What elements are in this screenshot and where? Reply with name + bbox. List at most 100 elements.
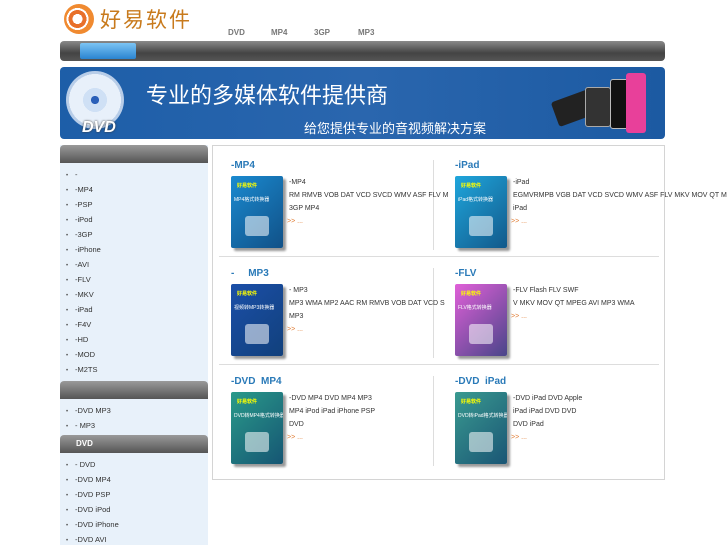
sidebar: - -MP4 -PSP -iPod -3GP -iPhone -AVI -FLV… [60,145,208,545]
sidebar-item[interactable]: -iPad [60,302,208,317]
sidebar-item[interactable]: - [60,167,208,182]
sidebar-item[interactable]: -FLV [60,272,208,287]
product-title[interactable]: -DVD iPad [455,376,506,387]
description-line: -DVD MP4 DVD MP4 MP3 [289,395,372,402]
logo-text: 好易软件 [100,8,192,32]
banner-title: 专业的多媒体软件提供商 [146,84,389,109]
sidebar-item[interactable]: -MKV [60,287,208,302]
description-line: DVD iPad [513,421,544,428]
box-name: iPad格式转换器 [458,197,494,203]
logo-icon [64,4,94,34]
more-link[interactable]: >> ... [511,215,727,228]
box-brand: 好易软件 [237,399,258,405]
sidebar-header-dvd: DVD [60,435,208,453]
more-link[interactable]: >> ... [287,323,445,336]
product-description: - MP3 MP3 WMA MP2 AAC RM RMVB VOB DAT VCD… [287,284,445,336]
product-icon [245,432,269,452]
product-box-image[interactable]: 好易软件 MP4格式转换器 [231,176,283,248]
more-link[interactable]: >> ... [287,215,448,228]
box-brand: 好易软件 [461,291,482,297]
banner: DVD 专业的多媒体软件提供商 给您提供专业的音视频解决方案 [60,67,665,139]
sidebar-item[interactable]: -DVD PSP [60,487,208,502]
product-panel: -MP4 好易软件 MP4格式转换器 -MP4 RM RMVB VOB DAT V… [212,145,727,480]
product-card: -DVD iPad 好易软件 DVD转iPad格式转换器 -DVD iPad D… [455,376,677,476]
description-line: -FLV Flash FLV SWF [513,287,579,294]
nav-mp4[interactable]: MP4 [271,28,287,37]
more-link[interactable]: >> ... [511,431,582,444]
product-title[interactable]: -FLV [455,268,476,279]
product-card: -iPad 好易软件 iPad格式转换器 -iPad EGMVRMPB VGB D… [455,160,727,260]
sidebar-item[interactable]: - DVD [60,457,208,472]
sidebar-item[interactable]: -3GP [60,227,208,242]
sidebar-item[interactable]: -M2TS [60,362,208,377]
sidebar-item[interactable]: -PSP [60,197,208,212]
product-icon [245,324,269,344]
sidebar-item[interactable]: -MP4 [60,182,208,197]
more-link[interactable]: >> ... [511,310,634,323]
sidebar-item[interactable]: -DVD iPhone [60,517,208,532]
description-line: -MP4 [289,179,306,186]
product-card: -DVD MP4 好易软件 DVD转MP4格式转换器 -DVD MP4 DVD … [231,376,453,476]
sidebar-item[interactable]: -HD [60,332,208,347]
product-icon [469,324,493,344]
description-line: RM RMVB VOB DAT VCD SVCD WMV ASF FLV M [289,192,449,199]
nav-3gp[interactable]: 3GP [314,28,330,37]
ipod-device-icon [626,73,646,133]
product-box-image[interactable]: 好易软件 iPad格式转换器 [455,176,507,248]
product-box-image[interactable]: 好易软件 DVD转iPad格式转换器 [455,392,507,464]
product-icon [245,216,269,236]
box-brand: 好易软件 [461,399,482,405]
product-description: -iPad EGMVRMPB VGB DAT VCD SVCD WMV ASF F… [511,176,727,228]
product-box-image[interactable]: 好易软件 FLV格式转换器 [455,284,507,356]
more-link[interactable]: >> ... [287,431,375,444]
sidebar-item[interactable]: -AVI [60,257,208,272]
sidebar-item[interactable]: -iPod [60,212,208,227]
box-name: DVD转iPad格式转换器 [458,413,507,419]
sidebar-list-1: - -MP4 -PSP -iPod -3GP -iPhone -AVI -FLV… [60,163,208,379]
nav-dvd[interactable]: DVD [228,28,245,37]
product-description: -MP4 RM RMVB VOB DAT VCD SVCD WMV ASF FLV… [287,176,449,228]
sidebar-item[interactable]: -F4V [60,317,208,332]
product-box-image[interactable]: 好易软件 DVD转MP4格式转换器 [231,392,283,464]
sidebar-item[interactable]: - MP3 [60,418,208,433]
box-name: MP4格式转换器 [234,197,270,203]
nav-mp3[interactable]: MP3 [358,28,374,37]
sidebar-list-3: - DVD -DVD MP4 -DVD PSP -DVD iPod -DVD i… [60,453,208,549]
product-description: -DVD MP4 DVD MP4 MP3 MP4 iPod iPad iPhon… [287,392,375,444]
sidebar-list-2: -DVD MP3 - MP3 [60,399,208,435]
description-line: 3GP MP4 [289,205,320,212]
product-description: -DVD iPad DVD Apple iPad iPad DVD DVD DVD … [511,392,583,444]
product-icon [469,216,493,236]
description-line: -DVD iPad DVD Apple [513,395,583,402]
sidebar-item[interactable]: -iPhone [60,242,208,257]
sidebar-item[interactable]: -DVD MP4 [60,472,208,487]
box-name: 视频转MP3转换器 [234,305,275,311]
product-card: -MP4 好易软件 MP4格式转换器 -MP4 RM RMVB VOB DAT V… [231,160,453,260]
description-line: - MP3 [289,287,308,294]
product-card: -FLV 好易软件 FLV格式转换器 -FLV Flash FLV SWF V M… [455,268,677,368]
description-line: EGMVRMPB VGB DAT VCD SVCD WMV ASF FLV MK… [513,192,727,199]
banner-subtitle: 给您提供专业的音视频解决方案 [304,122,487,137]
sidebar-header-2 [60,381,208,399]
product-title[interactable]: -iPad [455,160,479,171]
sidebar-item[interactable]: -MOD [60,347,208,362]
menu-active-item[interactable] [80,43,136,59]
blackberry-device-icon [585,87,611,127]
description-line: MP3 WMA MP2 AAC RM RMVB VOB DAT VCD S [289,300,445,307]
description-line: -iPad [513,179,530,186]
product-card: - MP3 好易软件 视频转MP3转换器 - MP3 MP3 WMA MP2 AA… [231,268,453,368]
sidebar-item[interactable]: -DVD MP3 [60,403,208,418]
box-brand: 好易软件 [237,291,258,297]
product-title[interactable]: -DVD MP4 [231,376,282,387]
description-line: iPad iPad DVD DVD [513,408,577,415]
sidebar-item[interactable]: -DVD iPod [60,502,208,517]
product-title[interactable]: - MP3 [231,268,269,279]
logo[interactable]: 好易软件 [64,4,192,34]
product-box-image[interactable]: 好易软件 视频转MP3转换器 [231,284,283,356]
description-line: MP3 [289,313,304,320]
description-line: MP4 iPod iPad iPhone PSP [289,408,375,415]
product-title[interactable]: -MP4 [231,160,255,171]
product-icon [469,432,493,452]
description-line: V MKV MOV QT MPEG AVI MP3 WMA [513,300,635,307]
box-brand: 好易软件 [461,183,482,189]
